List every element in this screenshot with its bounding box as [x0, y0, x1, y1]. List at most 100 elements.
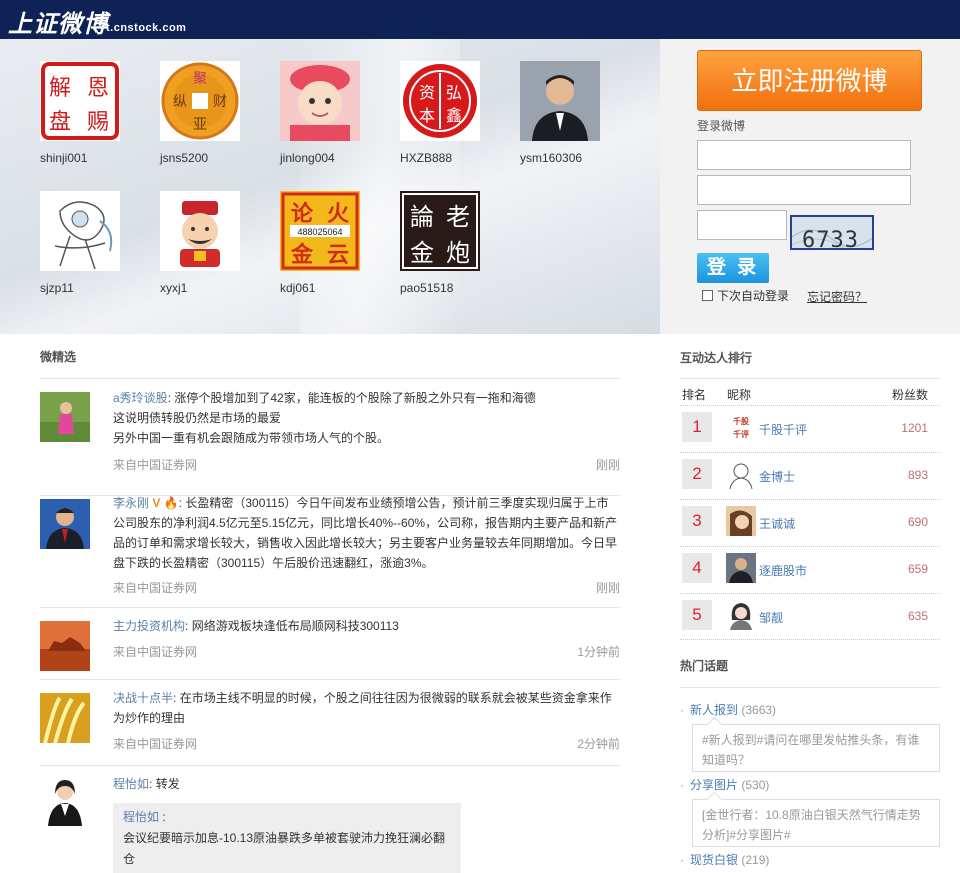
- rank-name[interactable]: 逐鹿股市: [759, 562, 807, 579]
- feed-author-avatar[interactable]: [40, 392, 90, 442]
- featured-title: 微精选: [40, 350, 77, 364]
- topic-item[interactable]: · 分享图片 (530): [680, 776, 940, 793]
- fans-header: 粉丝数: [891, 388, 928, 402]
- user-card-pao51518[interactable]: 論 老 金 炮 pao51518: [400, 191, 490, 295]
- user-avatar[interactable]: [280, 61, 360, 141]
- user-avatar[interactable]: 論 老 金 炮: [400, 191, 480, 271]
- forwarded-quote: 程怡如 : 会议纪要暗示加息-10.13原油暴跌多单被套驶沛力挽狂澜必翻仓: [113, 803, 461, 873]
- ranking-row[interactable]: 1 千股 千评 千股千评 1201: [680, 405, 940, 452]
- user-card-jsns5200[interactable]: 聚 纵 财 亚 jsns5200: [160, 61, 250, 165]
- ranking-row[interactable]: 5 邹靓 635: [680, 593, 940, 640]
- user-card-shinji001[interactable]: 解 恩 盘 赐 shinji001: [40, 61, 130, 165]
- rank-name[interactable]: 千股千评: [759, 421, 807, 438]
- quote-author[interactable]: 程怡如: [123, 810, 159, 824]
- topic-item[interactable]: · 现货白银 (219): [680, 851, 940, 868]
- rank-avatar[interactable]: [726, 600, 756, 630]
- user-name[interactable]: sjzp11: [40, 281, 130, 295]
- svg-text:金: 金: [410, 239, 434, 267]
- site-logo[interactable]: 上证微博: [8, 4, 108, 39]
- user-name[interactable]: kdj061: [280, 281, 370, 295]
- user-name[interactable]: HXZB888: [400, 151, 490, 165]
- captcha-input[interactable]: [697, 210, 787, 240]
- rank-avatar[interactable]: [726, 553, 756, 583]
- user-card-ysm160306[interactable]: ysm160306: [520, 61, 610, 165]
- user-avatar[interactable]: [160, 191, 240, 271]
- feed-author[interactable]: 李永刚: [113, 496, 149, 510]
- feed-time: 2分钟前: [577, 737, 620, 751]
- user-name[interactable]: jinlong004: [280, 151, 370, 165]
- rank-avatar[interactable]: [726, 506, 756, 536]
- login-panel: 立即注册微博 登录微博 6733 登 录 下次自动登录 忘记密码？: [660, 39, 960, 334]
- feed-time: 1分钟前: [577, 645, 620, 659]
- user-name[interactable]: pao51518: [400, 281, 490, 295]
- auto-login-label: 下次自动登录: [717, 289, 790, 303]
- forgot-password-link[interactable]: 忘记密码？: [807, 288, 867, 305]
- rank-header: 排名: [682, 388, 707, 402]
- auto-login-option[interactable]: 下次自动登录: [702, 287, 789, 304]
- user-name[interactable]: xyxj1: [160, 281, 250, 295]
- rank-name[interactable]: 邹靓: [759, 609, 783, 626]
- user-card-sjzp11[interactable]: sjzp11: [40, 191, 130, 295]
- svg-text:論: 論: [410, 203, 434, 231]
- svg-text:纵: 纵: [173, 93, 187, 109]
- topic-preview[interactable]: [金世行者：10.8原油白银天然气行情走势分析]#分享图片#: [692, 799, 940, 847]
- feed-source[interactable]: 来自中国证券网: [113, 737, 197, 751]
- ranking-row[interactable]: 2 金博士 893: [680, 452, 940, 499]
- username-input[interactable]: [697, 140, 911, 170]
- user-card-xyxj1[interactable]: xyxj1: [160, 191, 250, 295]
- user-name[interactable]: jsns5200: [160, 151, 250, 165]
- rank-name[interactable]: 王诚诚: [759, 515, 795, 532]
- user-avatar[interactable]: [520, 61, 600, 141]
- user-name[interactable]: ysm160306: [520, 151, 610, 165]
- feed-author-avatar[interactable]: [40, 776, 90, 826]
- feed-item: 决战十点半: 在市场主线不明显的时候，个股之间往往因为很微弱的联系就会被某些资金…: [40, 679, 620, 765]
- user-card-kdj061[interactable]: 论 火 488025064 金 云 kdj061: [280, 191, 370, 295]
- bullet-icon: ·: [680, 703, 684, 717]
- ranking-row[interactable]: 4 逐鹿股市 659: [680, 546, 940, 593]
- bullet-icon: ·: [680, 778, 684, 792]
- svg-text:炮: 炮: [446, 239, 470, 267]
- feed-author[interactable]: 决战十点半: [113, 691, 173, 705]
- feed-author-avatar[interactable]: [40, 621, 90, 671]
- feed-author-avatar[interactable]: [40, 499, 90, 549]
- user-avatar[interactable]: 论 火 488025064 金 云: [280, 191, 360, 271]
- feed-source[interactable]: 来自中国证券网: [113, 581, 197, 595]
- auto-login-checkbox[interactable]: [702, 290, 713, 301]
- topic-label[interactable]: 新人报到: [690, 703, 738, 717]
- svg-text:赐: 赐: [87, 110, 109, 135]
- feed-item: 主力投资机构: 网络游戏板块逢低布局顺网科技300113 来自中国证券网 1分钟前: [40, 607, 620, 679]
- feed-author[interactable]: 程怡如: [113, 777, 149, 791]
- topic-label[interactable]: 分享图片: [690, 778, 738, 792]
- user-card-HXZB888[interactable]: 资 弘 本 鑫 HXZB888: [400, 61, 490, 165]
- user-name[interactable]: shinji001: [40, 151, 130, 165]
- feed-author[interactable]: 主力投资机构: [113, 619, 185, 633]
- captcha-image[interactable]: 6733: [790, 215, 874, 250]
- user-card-jinlong004[interactable]: jinlong004: [280, 61, 370, 165]
- user-avatar[interactable]: 资 弘 本 鑫: [400, 61, 480, 141]
- rank-avatar[interactable]: 千股千评: [726, 412, 756, 442]
- feed-source[interactable]: 来自中国证券网: [113, 458, 197, 472]
- feed-source[interactable]: 来自中国证券网: [113, 645, 197, 659]
- topic-item[interactable]: · 新人报到 (3663): [680, 701, 940, 718]
- feed-author-avatar[interactable]: [40, 693, 90, 743]
- svg-text:亚: 亚: [193, 116, 207, 132]
- feed-time: 刚刚: [595, 458, 620, 472]
- rank-avatar[interactable]: [726, 459, 756, 489]
- password-input[interactable]: [697, 175, 911, 205]
- ranking-row[interactable]: 3 王诚诚 690: [680, 499, 940, 546]
- topic-count: (530): [741, 778, 770, 792]
- rank-number: 4: [682, 553, 712, 583]
- register-button[interactable]: 立即注册微博: [697, 50, 922, 111]
- user-avatar[interactable]: 解 恩 盘 赐: [40, 61, 120, 141]
- svg-text:火: 火: [327, 201, 349, 226]
- login-button[interactable]: 登 录: [697, 253, 769, 283]
- topic-preview[interactable]: #新人报到#请问在哪里发帖推头条，有谁知道吗？: [692, 724, 940, 772]
- rank-number: 1: [682, 412, 712, 442]
- topic-label[interactable]: 现货白银: [690, 853, 738, 867]
- user-avatar[interactable]: 聚 纵 财 亚: [160, 61, 240, 141]
- user-avatar[interactable]: [40, 191, 120, 271]
- topic-count: (3663): [741, 703, 777, 717]
- feed-item: a秀玲谈股: 涨停个股增加到了42家，能连板的个股除了新股之外只有一拖和海德 这…: [40, 378, 620, 495]
- rank-name[interactable]: 金博士: [759, 468, 795, 485]
- feed-author[interactable]: a秀玲谈股: [113, 391, 168, 405]
